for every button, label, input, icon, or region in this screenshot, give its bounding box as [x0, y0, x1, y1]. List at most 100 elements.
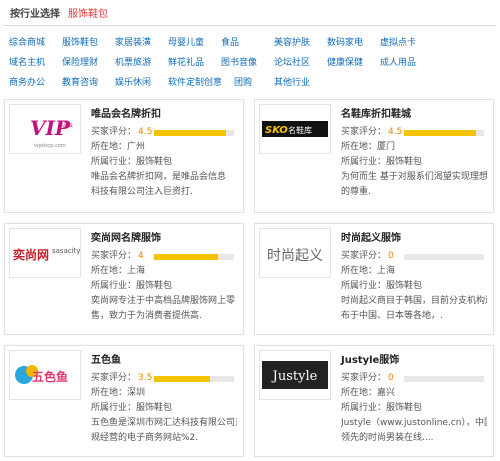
buyer-rating: 买家评分： 4.5 [341, 125, 487, 140]
category-link[interactable]: 教育咨询 [59, 75, 112, 88]
svg-text:奕尚网: 奕尚网 [13, 247, 49, 262]
shop-name[interactable]: Justyle服饰 [341, 353, 487, 371]
buyer-rating: 买家评分： 4.5 [91, 125, 237, 140]
shop-location: 所在地：上海 [91, 266, 146, 276]
rating-bar-fill [404, 129, 477, 136]
current-industry[interactable]: 服饰鞋包 [68, 5, 108, 20]
shop-location: 所在地：嘉兴 [341, 388, 396, 398]
rating-bar [154, 375, 235, 382]
category-link[interactable]: 综合商城 [6, 35, 59, 48]
rating-score: 4.5 [388, 127, 403, 137]
shop-name[interactable]: 五色鱼 [91, 353, 237, 371]
justyle-logo-icon: Justyle [262, 361, 328, 389]
rating-label: 买家评分： [91, 373, 137, 383]
shop-desc-line: 奕尚网专注于中高档品牌服饰网上零 [91, 296, 236, 306]
shop-desc-line: 布于中国、日本等各地，. [341, 311, 443, 321]
shop-logo[interactable]: 时尚起义 [259, 228, 331, 278]
skomall-logo-icon: SKO 名鞋库 [262, 121, 328, 137]
buyer-rating: 买家评分： 0 [341, 249, 487, 264]
shop-logo[interactable]: 奕尚网 sasacity [9, 228, 81, 278]
shop-card: 奕尚网 sasacity 奕尚网名牌服饰 买家评分： 4 所在地：上海 所属行业… [4, 223, 244, 335]
category-link[interactable]: 论坛社区 [271, 55, 324, 68]
category-link[interactable]: 母婴儿童 [165, 35, 218, 48]
svg-text:名鞋库: 名鞋库 [288, 125, 312, 135]
rating-bar-fill [154, 129, 227, 136]
shop-logo[interactable]: Justyle [259, 350, 331, 400]
shop-industry: 所属行业：服饰鞋包 [91, 157, 173, 167]
rating-label: 买家评分： [341, 251, 387, 261]
shop-card: Justyle Justyle服饰 买家评分： 0 所在地：嘉兴 所属行业：服饰… [254, 345, 494, 457]
category-link[interactable]: 团购 [231, 75, 271, 88]
rating-bar-fill [154, 375, 211, 382]
shop-location: 所在地：广州 [91, 142, 146, 152]
shop-industry: 所属行业：服饰鞋包 [341, 281, 423, 291]
rating-bar [404, 375, 485, 382]
rating-score: 0 [388, 373, 394, 383]
buyer-rating: 买家评分： 4 [91, 249, 237, 264]
shop-name[interactable]: 唯品会名牌折扣 [91, 107, 237, 125]
rating-bar [404, 253, 485, 260]
buyer-rating: 买家评分： 3.5 [91, 371, 237, 386]
shop-desc-line: 领先的时尚男装在线.... [341, 433, 434, 443]
category-link[interactable]: 域名主机 [6, 55, 59, 68]
category-link[interactable]: 机票旅游 [112, 55, 165, 68]
svg-text:五色鱼: 五色鱼 [32, 369, 68, 384]
shop-desc-line: 售，致力于为消费者提供高. [91, 311, 202, 321]
category-list: 综合商城 服饰鞋包 家居装潢 母婴儿童 食品 美容护肤 数码家电 虚拟点卡 域名… [4, 29, 496, 91]
shop-desc-line: 规经营的电子商务网站%2. [91, 433, 199, 443]
shop-industry: 所属行业：服饰鞋包 [341, 157, 423, 167]
shop-location: 所在地：上海 [341, 266, 396, 276]
category-link[interactable]: 服饰鞋包 [59, 35, 112, 48]
category-link[interactable]: 数码家电 [324, 35, 377, 48]
rating-bar-fill [154, 253, 219, 260]
category-row: 商务办公 教育咨询 娱乐休闲 软件定制创意 团购 其他行业 [6, 71, 496, 91]
category-row: 域名主机 保险理财 机票旅游 鲜花礼品 图书音像 论坛社区 健康保健 成人用品 [6, 51, 496, 71]
rating-score: 4 [138, 251, 144, 261]
category-link[interactable]: 软件定制创意 [165, 75, 231, 88]
shop-desc-line: 五色鱼是深圳市网汇达科技有限公司正 [91, 418, 237, 428]
shop-name[interactable]: 时尚起义服饰 [341, 231, 487, 249]
rating-label: 买家评分： [341, 373, 387, 383]
buyer-rating: 买家评分： 0 [341, 371, 487, 386]
category-link[interactable]: 保险理财 [59, 55, 112, 68]
shop-desc-line: 唯品会名牌折扣网，是唯品会信息 [91, 172, 227, 182]
sasacity-logo-icon: 奕尚网 sasacity [13, 247, 80, 262]
rating-label: 买家评分： [91, 127, 137, 137]
shop-industry: 所属行业：服饰鞋包 [91, 403, 173, 413]
svg-text:唯品会: 唯品会 [58, 122, 73, 129]
svg-text:sasacity: sasacity [52, 247, 80, 255]
category-link[interactable]: 商务办公 [6, 75, 59, 88]
category-link[interactable]: 成人用品 [377, 55, 430, 68]
category-link[interactable]: 健康保健 [324, 55, 377, 68]
shop-desc-line: 为何而生 基于对服系们渴望实现理想 [341, 172, 487, 182]
shop-card: SKO 名鞋库 名鞋库折扣鞋城 买家评分： 4.5 所在地：厦门 所属行业：服饰… [254, 99, 494, 213]
category-link[interactable]: 娱乐休闲 [112, 75, 165, 88]
category-row: 综合商城 服饰鞋包 家居装潢 母婴儿童 食品 美容护肤 数码家电 虚拟点卡 [6, 31, 496, 51]
category-link[interactable]: 家居装潢 [112, 35, 165, 48]
shishangqiyi-logo-icon: 时尚起义 [267, 248, 323, 264]
shop-desc-line: 时尚起义商目于韩国，目前分支机构遍 [341, 296, 487, 306]
shop-name[interactable]: 名鞋库折扣鞋城 [341, 107, 487, 125]
category-link[interactable]: 鲜花礼品 [165, 55, 218, 68]
rating-score: 4.5 [138, 127, 153, 137]
category-link[interactable]: 食品 [218, 35, 271, 48]
category-link[interactable]: 虚拟点卡 [377, 35, 430, 48]
shop-industry: 所属行业：服饰鞋包 [91, 281, 173, 291]
category-link[interactable]: 图书音像 [218, 55, 271, 68]
shop-location: 所在地：深圳 [91, 388, 146, 398]
category-link[interactable]: 其他行业 [271, 75, 324, 88]
shop-name[interactable]: 奕尚网名牌服饰 [91, 231, 237, 249]
shop-card: 时尚起义 时尚起义服饰 买家评分： 0 所在地：上海 所属行业：服饰鞋包 时尚起… [254, 223, 494, 335]
rating-score: 3.5 [138, 373, 153, 383]
wuseyu-logo-icon: 五色鱼 [15, 365, 68, 384]
shop-logo[interactable]: SKO 名鞋库 [259, 104, 331, 154]
rating-bar [154, 129, 235, 136]
shop-logo[interactable]: VIP 唯品会 vipshop.com [9, 104, 81, 154]
logo-subtext: vipshop.com [34, 143, 66, 149]
category-link[interactable]: 美容护肤 [271, 35, 324, 48]
industry-header: 按行业选择 服饰鞋包 [4, 0, 496, 26]
shop-logo[interactable]: 五色鱼 [9, 350, 81, 400]
shop-location: 所在地：厦门 [341, 142, 396, 152]
shop-industry: 所属行业：服饰鞋包 [341, 403, 423, 413]
rating-bar [404, 129, 485, 136]
